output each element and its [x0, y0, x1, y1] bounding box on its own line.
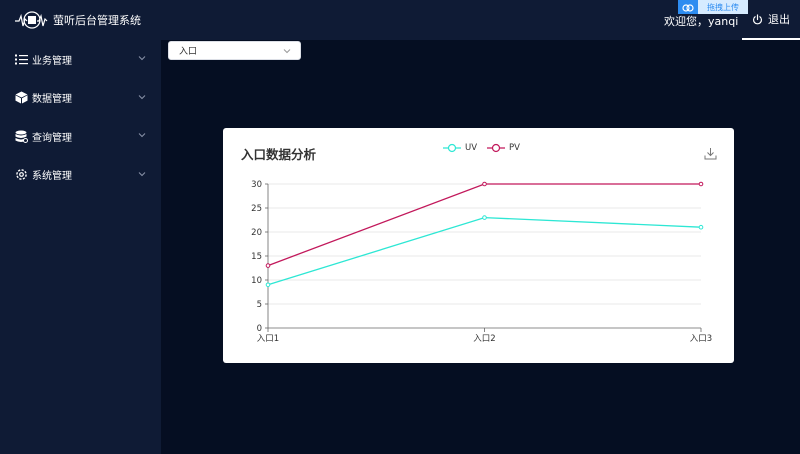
data-point-pv — [698, 181, 704, 187]
welcome-text: 欢迎您，yanqi — [664, 15, 739, 28]
y-tick-label: 20 — [251, 228, 262, 238]
chevron-down-icon — [138, 171, 146, 176]
y-tick-label: 10 — [251, 276, 262, 286]
chevron-down-icon — [283, 49, 291, 54]
x-tick-label: 入口1 — [257, 334, 279, 344]
data-point-uv — [482, 215, 487, 220]
entry-select[interactable]: 入口 — [168, 41, 301, 60]
cloud-upload-icon — [678, 0, 698, 14]
upload-label: 拖拽上传 — [698, 0, 748, 14]
sidebar-item-label: 系统管理 — [32, 171, 72, 183]
sidebar: 业务管理 数据管理 查询管理 系统管理 — [0, 40, 161, 454]
app-title: 萤听后台管理系统 — [53, 14, 141, 27]
sidebar-item-query[interactable]: 查询管理 — [0, 117, 161, 156]
gear-icon — [14, 168, 28, 182]
y-tick-label: 5 — [257, 300, 262, 310]
chevron-down-icon — [138, 56, 146, 61]
sidebar-item-business[interactable]: 业务管理 — [0, 40, 161, 79]
data-point-uv — [265, 282, 271, 288]
sidebar-item-label: 业务管理 — [32, 55, 72, 67]
y-tick-label: 30 — [251, 180, 262, 190]
database-icon — [14, 129, 28, 143]
series-line-uv — [267, 216, 702, 286]
chevron-down-icon — [138, 94, 146, 99]
sidebar-item-data[interactable]: 数据管理 — [0, 79, 161, 118]
list-icon — [14, 52, 28, 66]
upload-badge[interactable]: 拖拽上传 — [678, 0, 748, 14]
data-point-pv — [482, 181, 487, 187]
top-header: 萤听后台管理系统 拖拽上传 欢迎您，yanqi 退出 — [0, 0, 800, 40]
power-icon — [752, 13, 763, 24]
chart-card: 入口数据分析 UV PV 0 5 10 15 20 25 30 入口1 入口2 入口3 — [223, 128, 734, 363]
sidebar-item-label: 数据管理 — [32, 94, 72, 106]
data-point-pv — [265, 263, 271, 268]
x-tick-label: 入口3 — [690, 334, 712, 344]
logo-icon — [15, 11, 48, 29]
cube-icon — [14, 91, 28, 105]
logo[interactable]: 萤听后台管理系统 — [0, 0, 141, 40]
logout-label: 退出 — [768, 13, 790, 26]
data-point-uv — [698, 224, 704, 230]
line-chart: 0 5 10 15 20 25 30 入口1 入口2 入口3 — [251, 180, 712, 344]
chevron-down-icon — [138, 133, 146, 138]
y-tick-label: 15 — [251, 252, 262, 262]
x-tick-label: 入口2 — [473, 334, 495, 344]
sidebar-item-label: 查询管理 — [32, 132, 72, 144]
logout-button[interactable]: 退出 — [742, 0, 800, 40]
y-tick-label: 25 — [251, 204, 262, 214]
entry-select-value: 入口 — [179, 47, 198, 57]
y-tick-label: 0 — [257, 324, 262, 334]
sidebar-item-system[interactable]: 系统管理 — [0, 156, 161, 195]
